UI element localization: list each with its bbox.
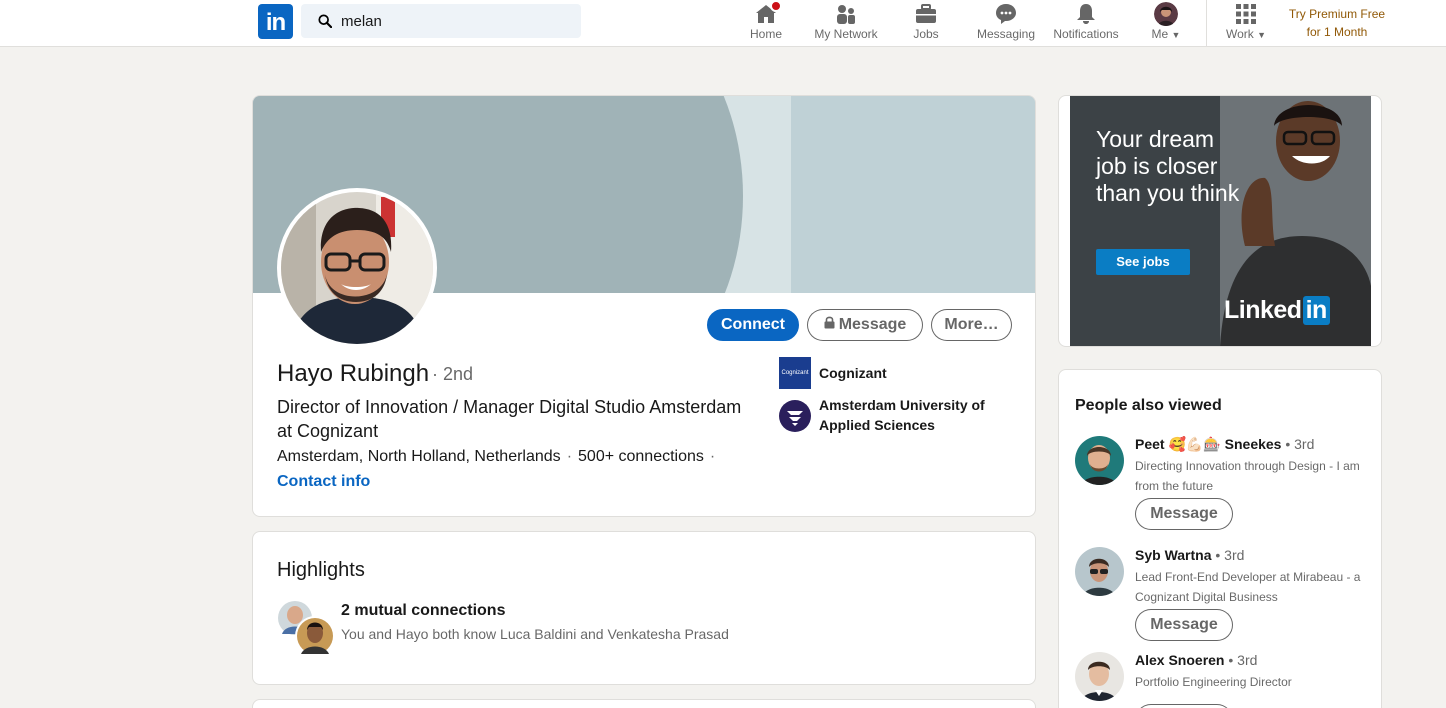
- separator: ·: [566, 448, 573, 465]
- nav-label: Messaging: [976, 27, 1036, 41]
- nav-label: Home: [749, 27, 782, 41]
- chevron-down-icon: ▼: [1171, 30, 1181, 40]
- message-button[interactable]: Message: [807, 309, 923, 341]
- separator: ·: [709, 448, 716, 465]
- global-nav: in melan Home My Network Jobs Messaging …: [0, 0, 1446, 47]
- person-headline: Directing Innovation through Design - I …: [1135, 459, 1360, 493]
- ad-banner[interactable]: Your dream job is closer than you think …: [1070, 96, 1371, 346]
- bell-icon: [1077, 4, 1095, 24]
- message-button[interactable]: Message: [1135, 498, 1233, 530]
- connect-button[interactable]: Connect: [707, 309, 799, 341]
- mutual-connections-detail: You and Hayo both know Luca Baldini and …: [341, 626, 729, 642]
- profile-photo-frame[interactable]: [277, 188, 437, 348]
- nav-messaging[interactable]: Messaging: [966, 0, 1046, 47]
- search-value[interactable]: melan: [341, 13, 382, 30]
- ad-card[interactable]: Your dream job is closer than you think …: [1058, 95, 1382, 347]
- people-also-viewed-card: People also viewed Peet 🥰💪🏻🎰 Sneekes • 3…: [1058, 369, 1382, 708]
- nav-divider: [1206, 0, 1207, 47]
- ad-headline: Your dream job is closer than you think: [1096, 126, 1240, 206]
- school-name[interactable]: Amsterdam University of Applied Sciences: [819, 395, 1019, 435]
- profile-card: Connect Message More… Hayo Rubingh · 2nd…: [252, 95, 1036, 517]
- nav-me[interactable]: Me ▼: [1136, 0, 1196, 47]
- person-name-link[interactable]: Alex Snoeren • 3rd: [1135, 652, 1257, 668]
- people-also-viewed-title: People also viewed: [1075, 397, 1222, 414]
- network-icon: [837, 5, 855, 24]
- linkedin-logo[interactable]: in: [258, 4, 293, 39]
- nav-label: Jobs: [913, 27, 939, 41]
- person-headline: Portfolio Engineering Director: [1135, 675, 1292, 689]
- person-headline: Lead Front-End Developer at Mirabeau - a…: [1135, 570, 1361, 604]
- notification-badge: [770, 0, 782, 12]
- nav-label: Work ▼: [1225, 27, 1267, 41]
- connection-degree: · 2nd: [432, 364, 474, 384]
- avatar[interactable]: [1075, 547, 1124, 596]
- profile-headline: Director of Innovation / Manager Digital…: [277, 397, 742, 441]
- nav-label: My Network: [814, 27, 878, 41]
- list-item: Peet 🥰💪🏻🎰 Sneekes • 3rd Directing Innova…: [1075, 436, 1375, 536]
- try-premium-link[interactable]: Try Premium Free for 1 Month: [1280, 5, 1394, 41]
- profile-photo[interactable]: [281, 192, 433, 344]
- nav-notifications[interactable]: Notifications: [1046, 0, 1126, 47]
- nav-work[interactable]: Work ▼: [1216, 0, 1276, 47]
- search-icon: [318, 14, 332, 28]
- person-name-link[interactable]: Peet 🥰💪🏻🎰 Sneekes • 3rd: [1135, 436, 1314, 453]
- university-logo: [779, 400, 811, 432]
- nav-my-network[interactable]: My Network: [806, 0, 886, 47]
- linkedin-ad-logo: Linked in: [1224, 296, 1330, 325]
- profile-photo: [1154, 2, 1178, 26]
- company-name[interactable]: Cognizant: [819, 363, 1019, 383]
- nav-home[interactable]: Home: [736, 0, 796, 47]
- cognizant-logo: Cognizant: [779, 357, 811, 389]
- highlights-title: Highlights: [277, 559, 365, 581]
- briefcase-icon: [916, 4, 936, 23]
- next-section-card: [252, 699, 1036, 708]
- search-input[interactable]: melan: [301, 4, 581, 38]
- contact-info-link[interactable]: Contact info: [277, 473, 370, 491]
- nav-label: Notifications: [1053, 27, 1119, 41]
- connections-count[interactable]: 500+ connections: [578, 448, 704, 465]
- lock-icon: [824, 310, 835, 340]
- grid-icon: [1236, 4, 1256, 24]
- more-button[interactable]: More…: [931, 309, 1012, 341]
- message-button-partial[interactable]: [1135, 704, 1233, 708]
- avatar[interactable]: [1075, 652, 1124, 701]
- chevron-down-icon: ▼: [1257, 30, 1267, 40]
- nav-jobs[interactable]: Jobs: [896, 0, 956, 47]
- nav-label: Me ▼: [1151, 27, 1181, 41]
- profile-name: Hayo Rubingh: [277, 360, 430, 387]
- profile-meta: Amsterdam, North Holland, Netherlands · 50…: [277, 448, 721, 466]
- list-item: Alex Snoeren • 3rd Portfolio Engineering…: [1075, 652, 1375, 708]
- see-jobs-button[interactable]: See jobs: [1096, 249, 1190, 275]
- messaging-icon: [996, 4, 1016, 24]
- message-button[interactable]: Message: [1135, 609, 1233, 641]
- highlights-card: Highlights 2 mutual connections You and …: [252, 531, 1036, 685]
- person-name-link[interactable]: Syb Wartna • 3rd: [1135, 547, 1244, 563]
- mutual-avatars[interactable]: [277, 600, 335, 658]
- profile-location: Amsterdam, North Holland, Netherlands: [277, 448, 561, 465]
- mutual-connections-link[interactable]: 2 mutual connections: [341, 602, 505, 620]
- avatar[interactable]: [1075, 436, 1124, 485]
- list-item: Syb Wartna • 3rd Lead Front-End Develope…: [1075, 547, 1375, 647]
